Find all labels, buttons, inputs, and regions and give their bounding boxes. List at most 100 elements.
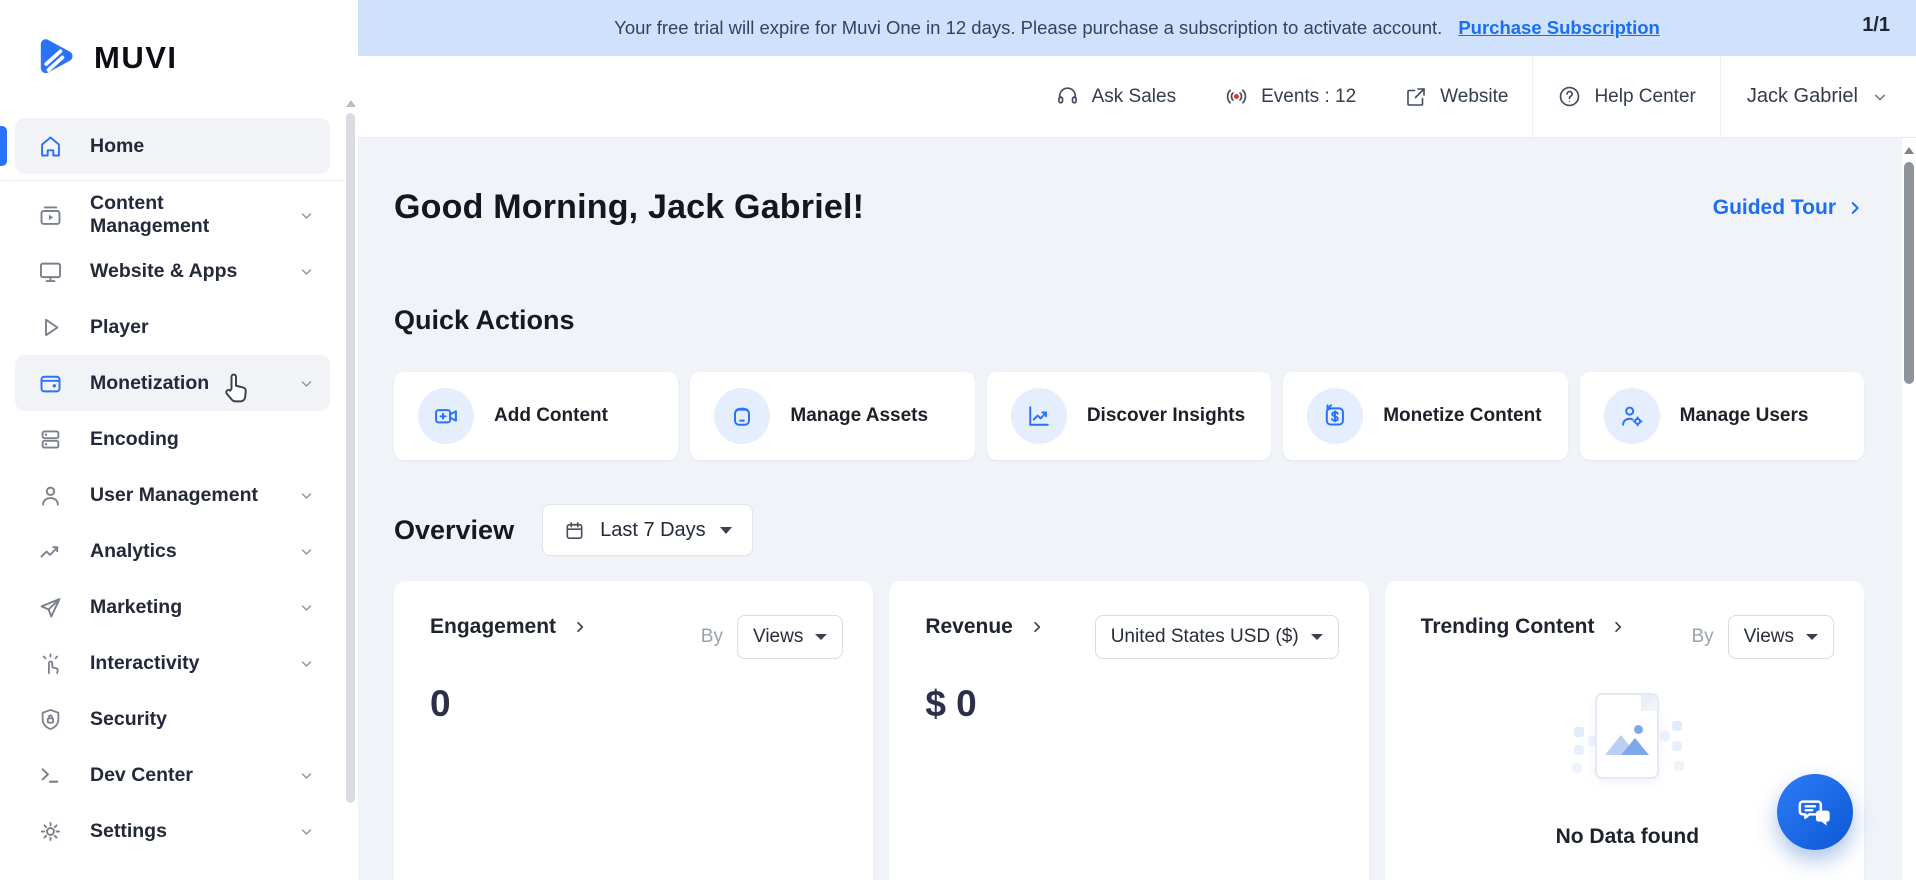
sidebar-item-interactivity[interactable]: Interactivity <box>15 635 330 691</box>
trending-content-link[interactable]: Trending Content <box>1421 615 1627 639</box>
sidebar-item-home[interactable]: Home <box>15 118 330 174</box>
sidebar-item-label: Security <box>90 708 330 731</box>
ask-sales-button[interactable]: Ask Sales <box>1031 84 1200 109</box>
banner-pagination: 1/1 <box>1862 14 1890 37</box>
line-chart-icon <box>1011 388 1067 444</box>
engagement-filter-value: Views <box>753 626 803 648</box>
purchase-subscription-link[interactable]: Purchase Subscription <box>1458 17 1660 39</box>
user-gear-icon <box>1604 388 1660 444</box>
revenue-link[interactable]: Revenue <box>925 615 1045 639</box>
engagement-value: 0 <box>430 683 843 725</box>
gear-icon <box>37 818 64 845</box>
asset-box-icon <box>714 388 770 444</box>
website-label: Website <box>1440 86 1508 108</box>
sidebar-item-security[interactable]: Security <box>15 691 330 747</box>
muvi-logo[interactable]: MUVI <box>31 34 178 82</box>
sidebar-item-content-management[interactable]: Content Management <box>15 187 330 243</box>
main-scrollbar[interactable] <box>1902 138 1916 880</box>
document-image-icon <box>1595 693 1659 779</box>
trending-views-dropdown[interactable]: Views <box>1728 615 1834 659</box>
user-icon <box>37 482 64 509</box>
decor-dots <box>1574 727 1584 737</box>
sidebar-item-label: Encoding <box>90 428 330 451</box>
add-content-button[interactable]: Add Content <box>394 372 678 460</box>
currency-dropdown[interactable]: United States USD ($) <box>1095 615 1339 659</box>
money-square-icon <box>1307 388 1363 444</box>
events-button[interactable]: Events : 12 <box>1200 84 1380 109</box>
chat-support-button[interactable] <box>1777 774 1853 850</box>
quick-action-label: Discover Insights <box>1087 405 1245 427</box>
wallet-icon <box>37 370 64 397</box>
scroll-up-arrow[interactable] <box>346 100 356 107</box>
trial-banner: Your free trial will expire for Muvi One… <box>358 0 1916 56</box>
chevron-down-icon <box>299 600 314 615</box>
sidebar-item-marketing[interactable]: Marketing <box>15 579 330 635</box>
manage-users-button[interactable]: Manage Users <box>1580 372 1864 460</box>
paper-plane-icon <box>37 594 64 621</box>
chevron-down-icon <box>299 208 314 223</box>
sidebar-nav: Home Content Management Website & Apps P… <box>0 118 344 859</box>
sidebar-item-player[interactable]: Player <box>15 299 330 355</box>
sidebar-item-label: Player <box>90 316 330 339</box>
engagement-title: Engagement <box>430 615 556 639</box>
no-data-text: No Data found <box>1556 825 1699 849</box>
sidebar-item-website-apps[interactable]: Website & Apps <box>15 243 330 299</box>
tap-icon <box>37 650 64 677</box>
sidebar-item-label: Settings <box>90 820 273 843</box>
date-range-dropdown[interactable]: Last 7 Days <box>542 504 753 556</box>
sidebar-item-label: User Management <box>90 484 273 507</box>
sidebar-item-encoding[interactable]: Encoding <box>15 411 330 467</box>
sidebar-item-monetization[interactable]: Monetization <box>15 355 330 411</box>
date-range-value: Last 7 Days <box>600 519 706 542</box>
by-label: By <box>1691 626 1713 648</box>
sidebar-item-settings[interactable]: Settings <box>15 803 330 859</box>
scroll-up-arrow[interactable] <box>1904 147 1914 154</box>
video-plus-icon <box>418 388 474 444</box>
ask-sales-label: Ask Sales <box>1092 86 1176 108</box>
website-button[interactable]: Website <box>1380 85 1532 109</box>
help-circle-icon <box>1557 84 1582 109</box>
shield-lock-icon <box>37 706 64 733</box>
play-icon <box>37 314 64 341</box>
chevron-right-icon <box>1610 619 1626 635</box>
chevron-down-icon <box>1872 89 1888 105</box>
muvi-logo-icon <box>31 34 79 82</box>
discover-insights-button[interactable]: Discover Insights <box>987 372 1271 460</box>
user-name: Jack Gabriel <box>1747 85 1858 108</box>
trial-message: Your free trial will expire for Muvi One… <box>614 17 1442 39</box>
overview-title: Overview <box>394 515 514 546</box>
help-center-button[interactable]: Help Center <box>1533 84 1719 109</box>
monetize-content-button[interactable]: Monetize Content <box>1283 372 1567 460</box>
scrollbar-thumb[interactable] <box>346 113 355 803</box>
top-header: Ask Sales Events : 12 Website <box>358 56 1916 138</box>
manage-assets-button[interactable]: Manage Assets <box>690 372 974 460</box>
chevron-down-icon <box>299 824 314 839</box>
sidebar-item-user-management[interactable]: User Management <box>15 467 330 523</box>
caret-down-icon <box>1311 634 1323 640</box>
engagement-views-dropdown[interactable]: Views <box>737 615 843 659</box>
sidebar-item-dev-center[interactable]: Dev Center <box>15 747 330 803</box>
sidebar: MUVI Home Content Management Website & A… <box>0 0 358 880</box>
by-label: By <box>701 626 723 648</box>
user-menu[interactable]: Jack Gabriel <box>1721 85 1898 108</box>
sidebar-item-label: Interactivity <box>90 652 273 675</box>
monitor-icon <box>37 258 64 285</box>
sidebar-item-analytics[interactable]: Analytics <box>15 523 330 579</box>
scrollbar-thumb[interactable] <box>1904 162 1914 384</box>
guided-tour-label: Guided Tour <box>1713 196 1836 220</box>
revenue-title: Revenue <box>925 615 1013 639</box>
revenue-card: Revenue United States USD ($) $ 0 <box>889 581 1368 880</box>
sidebar-item-label: Analytics <box>90 540 273 563</box>
trending-filter-value: Views <box>1744 626 1794 648</box>
engagement-link[interactable]: Engagement <box>430 615 588 639</box>
guided-tour-link[interactable]: Guided Tour <box>1713 196 1864 220</box>
sidebar-scrollbar[interactable] <box>346 100 356 870</box>
quick-action-label: Monetize Content <box>1383 405 1541 427</box>
chevron-right-icon <box>1029 619 1045 635</box>
chevron-down-icon <box>299 264 314 279</box>
chevron-down-icon <box>299 768 314 783</box>
calendar-icon <box>563 519 586 542</box>
home-icon <box>37 133 64 160</box>
quick-actions-title: Quick Actions <box>394 305 1864 336</box>
overview-cards: Engagement By Views 0 <box>394 581 1864 880</box>
